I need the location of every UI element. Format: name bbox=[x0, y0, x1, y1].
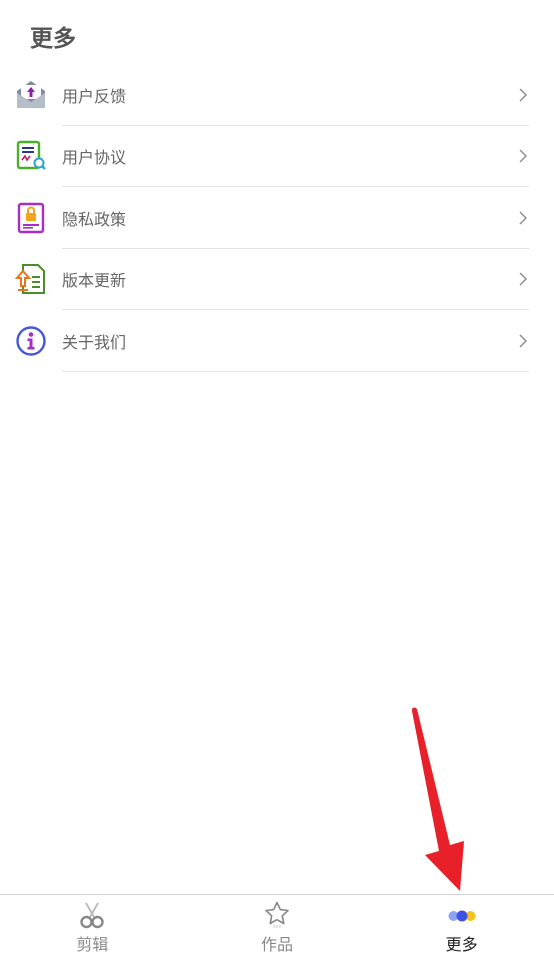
menu-list: 用户反馈 用户协议 隐私政策 版本更新 关于我们 bbox=[0, 64, 554, 372]
chevron-right-icon bbox=[518, 87, 528, 103]
update-upload-icon bbox=[15, 263, 47, 295]
menu-item-label: 隐私政策 bbox=[62, 209, 127, 229]
feedback-mail-icon bbox=[15, 79, 47, 111]
menu-item-label: 用户反馈 bbox=[62, 86, 127, 106]
menu-item-agreement[interactable]: 用户协议 bbox=[0, 126, 554, 187]
info-icon bbox=[15, 325, 47, 357]
tab-label: 更多 bbox=[445, 935, 478, 954]
menu-item-label: 用户协议 bbox=[62, 148, 127, 168]
chevron-right-icon bbox=[518, 333, 528, 349]
menu-item-update[interactable]: 版本更新 bbox=[0, 249, 554, 310]
tab-label: 剪辑 bbox=[76, 935, 109, 954]
red-arrow-annotation bbox=[400, 705, 480, 895]
tab-edit[interactable]: 剪辑 bbox=[0, 895, 185, 957]
chevron-right-icon bbox=[518, 271, 528, 287]
bottom-tab-bar: 剪辑 作品 更多 bbox=[0, 894, 554, 957]
menu-item-label: 关于我们 bbox=[62, 332, 127, 352]
menu-item-privacy[interactable]: 隐私政策 bbox=[0, 187, 554, 249]
agreement-document-icon bbox=[15, 140, 47, 172]
menu-item-feedback[interactable]: 用户反馈 bbox=[0, 64, 554, 126]
chevron-right-icon bbox=[518, 210, 528, 226]
privacy-lock-icon bbox=[15, 202, 47, 234]
tab-works[interactable]: 作品 bbox=[185, 895, 370, 957]
divider bbox=[62, 370, 529, 372]
tab-label: 作品 bbox=[261, 935, 294, 954]
menu-item-label: 版本更新 bbox=[62, 271, 127, 291]
menu-item-about[interactable]: 关于我们 bbox=[0, 310, 554, 372]
more-page: 更多 用户反馈 用户协议 隐私政策 版本更新 关于我们 剪辑 作品 更多 bbox=[0, 0, 554, 957]
tab-more[interactable]: 更多 bbox=[369, 895, 554, 957]
chevron-right-icon bbox=[518, 148, 528, 164]
page-title: 更多 bbox=[30, 26, 76, 52]
star-icon bbox=[262, 901, 292, 929]
scissors-icon bbox=[77, 901, 107, 929]
dots-icon bbox=[447, 901, 477, 929]
